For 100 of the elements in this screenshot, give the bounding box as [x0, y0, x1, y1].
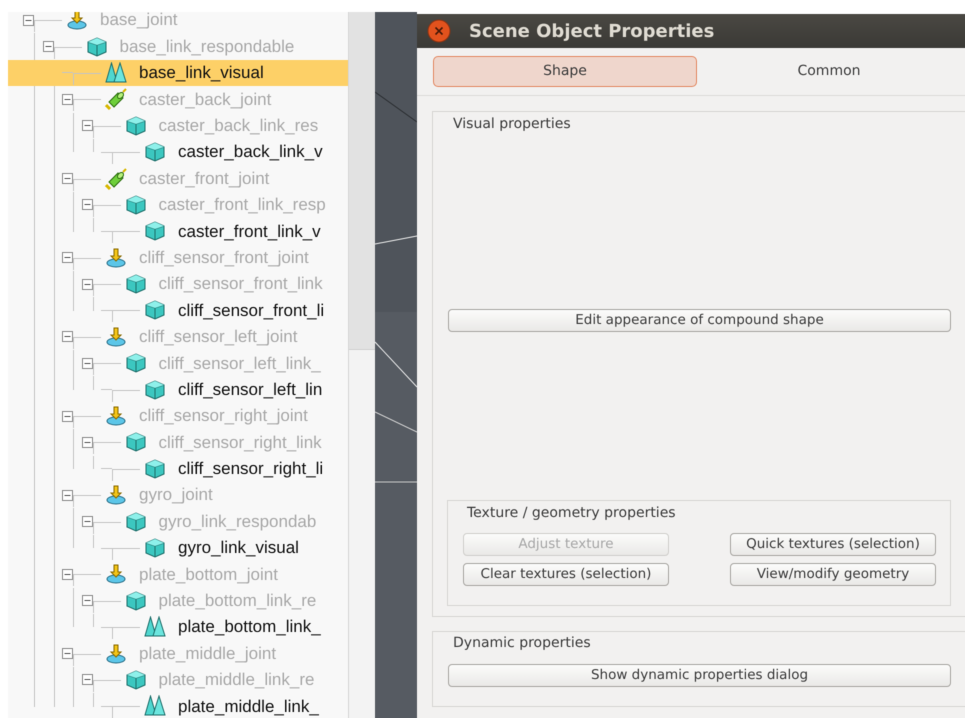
arrow-icon [105, 563, 127, 586]
cylinder-icon [105, 88, 127, 110]
tree-item-label: caster_back_link_res [158, 115, 318, 137]
tree-item-label: cliff_sensor_right_joint [139, 405, 308, 428]
tree-item[interactable]: caster_front_joint [8, 165, 348, 192]
collapse-icon[interactable] [23, 14, 34, 26]
tree-item[interactable]: gyro_joint [8, 482, 348, 508]
dialog-button[interactable]: Clear textures (selection) [463, 563, 669, 586]
tree-item[interactable]: caster_back_link_v [8, 138, 348, 166]
tree-item[interactable]: cliff_sensor_left_lin [8, 376, 348, 403]
collapse-icon[interactable] [62, 410, 73, 422]
tree-item[interactable]: cliff_sensor_right_joint [8, 402, 348, 430]
tree-item-label: base_link_respondable [120, 36, 294, 58]
arrow-icon [105, 326, 127, 348]
collapse-icon[interactable] [62, 94, 73, 105]
tree-item[interactable]: cliff_sensor_left_link_ [8, 350, 348, 376]
cylinder-icon [105, 168, 127, 190]
collapse-icon[interactable] [82, 278, 92, 290]
tree-item[interactable]: plate_middle_joint [8, 640, 348, 667]
collapse-icon[interactable] [82, 120, 92, 132]
collapse-icon[interactable] [82, 436, 92, 448]
tree-item[interactable]: cliff_sensor_front_joint [8, 244, 348, 271]
cones-icon [144, 616, 166, 638]
tab[interactable]: Common [697, 56, 961, 87]
tree-item[interactable]: caster_back_link_res [8, 112, 348, 139]
arrow-icon [105, 642, 127, 665]
scrollbar-thumb[interactable] [349, 12, 375, 350]
tree-item[interactable]: gyro_link_respondab [8, 508, 348, 535]
cube-icon [124, 194, 146, 216]
tree-item-label: base_joint [100, 12, 178, 32]
tree-item-label: gyro_link_respondab [158, 510, 316, 533]
collapse-icon[interactable] [62, 252, 73, 264]
tree-item-label: cliff_sensor_left_link_ [158, 352, 321, 375]
tree-item-label: gyro_link_visual [178, 537, 299, 560]
collapse-icon[interactable] [82, 516, 92, 528]
cube-icon [144, 299, 166, 322]
tree-item[interactable]: plate_bottom_joint [8, 561, 348, 588]
tree-item-label: plate_bottom_link_re [158, 590, 316, 612]
tree-item[interactable]: cliff_sensor_front_link [8, 270, 348, 298]
tree-item-label: cliff_sensor_left_lin [178, 378, 322, 401]
tree-item[interactable]: plate_middle_link_re [8, 666, 348, 694]
tree-item[interactable]: plate_bottom_link_re [8, 588, 348, 614]
tree-item[interactable]: plate_middle_link_ [8, 693, 348, 718]
tree-item[interactable]: plate_bottom_link_ [8, 614, 348, 640]
dialog-button[interactable]: Edit appearance of compound shape [448, 309, 951, 332]
collapse-icon[interactable] [82, 358, 92, 369]
dialog-button[interactable]: View/modify geometry [730, 563, 936, 586]
tree-item[interactable]: caster_back_joint [8, 86, 348, 113]
tree-item-label: cliff_sensor_right_link [158, 432, 322, 454]
cube-icon [124, 273, 146, 296]
cube-icon [124, 431, 146, 454]
tree-item-label: caster_front_link_v [178, 220, 321, 243]
cube-icon [144, 458, 166, 480]
tree-item-label: plate_middle_joint [139, 642, 276, 665]
tree-item-label: plate_middle_link_re [158, 669, 314, 692]
tree-item[interactable]: base_link_visual [8, 60, 348, 86]
tree-item[interactable]: caster_front_link_resp [8, 192, 348, 218]
collapse-icon[interactable] [82, 674, 92, 686]
tree-item-label: plate_bottom_link_ [178, 616, 321, 638]
tree-item[interactable]: base_link_respondable [8, 33, 348, 60]
cube-icon [124, 352, 146, 374]
collapse-icon[interactable] [42, 41, 54, 52]
collapse-icon[interactable] [82, 595, 92, 606]
cube-icon [144, 537, 166, 559]
arrow-icon [105, 484, 127, 506]
tree-item-label: cliff_sensor_left_joint [139, 326, 298, 348]
dialog-button[interactable]: Quick textures (selection) [730, 533, 936, 556]
tree-item-label: caster_front_joint [139, 168, 270, 190]
tree-item[interactable]: cliff_sensor_left_joint [8, 324, 348, 350]
tree-item[interactable]: cliff_sensor_right_li [8, 456, 348, 482]
dialog-button[interactable]: Show dynamic properties dialog [448, 664, 951, 687]
tree-item-label: base_link_visual [139, 62, 264, 84]
tree-item[interactable]: base_joint [8, 12, 348, 34]
tree-item[interactable]: cliff_sensor_right_link [8, 429, 348, 456]
tree-item-label: cliff_sensor_front_li [178, 300, 324, 322]
collapse-icon[interactable] [62, 331, 73, 342]
cube-icon [144, 141, 166, 164]
cube-icon [144, 220, 166, 242]
collapse-icon[interactable] [62, 173, 73, 184]
close-icon[interactable] [427, 19, 451, 43]
tree-item-label: caster_back_joint [139, 88, 272, 111]
tree-item-label: gyro_joint [139, 484, 213, 506]
cube-icon [124, 668, 146, 691]
collapse-icon[interactable] [82, 199, 92, 210]
tree-item[interactable]: gyro_link_visual [8, 534, 348, 562]
group-title: Dynamic properties [453, 634, 592, 653]
tab[interactable]: Shape [433, 56, 697, 87]
cube-icon [124, 114, 146, 137]
tree-item[interactable]: cliff_sensor_front_li [8, 297, 348, 324]
collapse-icon[interactable] [62, 568, 73, 580]
collapse-icon[interactable] [62, 490, 73, 501]
cube-icon [124, 510, 146, 533]
tree-item-label: caster_back_link_v [178, 141, 323, 164]
arrow-icon [66, 12, 88, 32]
arrow-icon [105, 246, 127, 269]
group-title: Texture / geometry properties [467, 504, 677, 523]
collapse-icon[interactable] [62, 648, 73, 660]
tree-item[interactable]: caster_front_link_v [8, 218, 348, 245]
cones-icon [105, 62, 127, 84]
tree-item-label: plate_bottom_joint [139, 564, 278, 586]
